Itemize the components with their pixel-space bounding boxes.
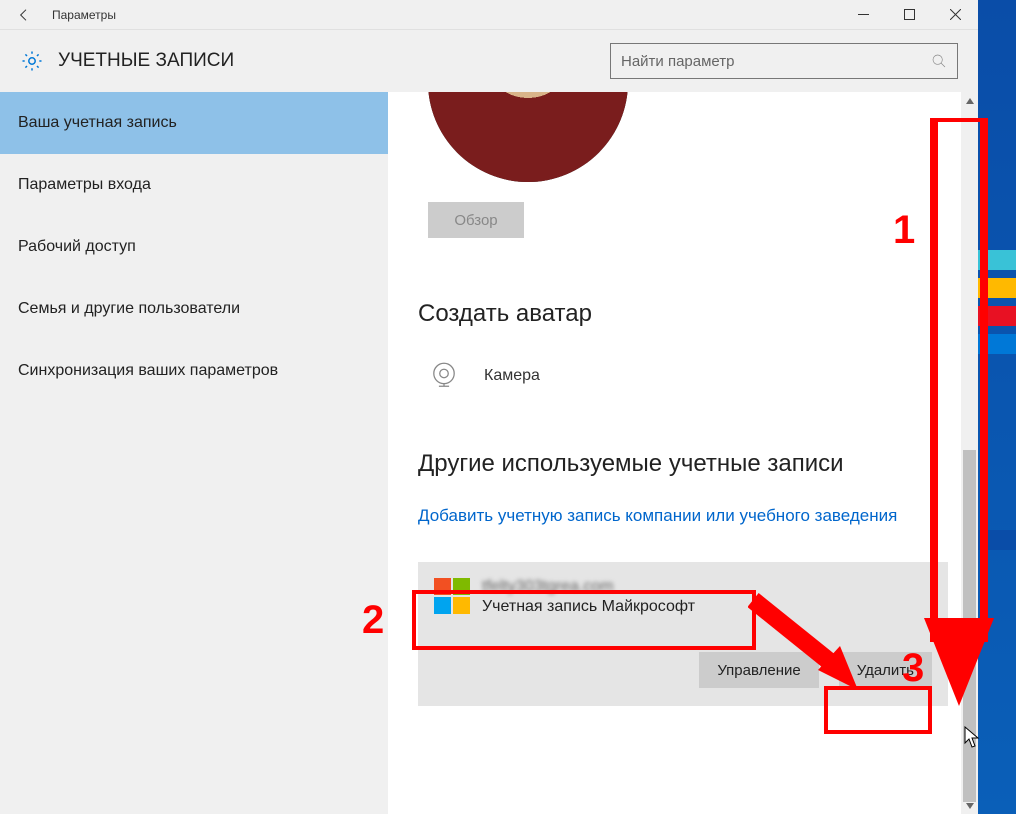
sidebar-item-sync-settings[interactable]: Синхронизация ваших параметров	[0, 340, 388, 402]
window-controls	[840, 0, 978, 30]
camera-option[interactable]: Камера	[424, 356, 948, 396]
sidebar-item-work-access[interactable]: Рабочий доступ	[0, 216, 388, 278]
scroll-down-arrow-icon[interactable]	[961, 797, 978, 814]
header-section-title: УЧЕТНЫЕ ЗАПИСИ	[58, 50, 234, 72]
microsoft-logo-icon	[434, 578, 470, 614]
sidebar-item-your-account[interactable]: Ваша учетная запись	[0, 92, 388, 154]
titlebar: Параметры	[0, 0, 978, 30]
back-button[interactable]	[0, 0, 48, 30]
settings-header: УЧЕТНЫЕ ЗАПИСИ Найти параметр	[0, 30, 978, 92]
account-block: tfelty303tgrea.com Учетная запись Майкро…	[418, 562, 948, 706]
add-work-school-account-link[interactable]: Добавить учетную запись компании или уче…	[418, 506, 948, 526]
delete-label: Удалить	[857, 662, 914, 679]
camera-label: Камера	[484, 367, 540, 385]
search-input[interactable]: Найти параметр	[610, 43, 958, 79]
content-pane: Обзор Создать аватар Камера Другие испол…	[388, 92, 978, 814]
sidebar-item-label: Ваша учетная запись	[18, 114, 177, 132]
close-button[interactable]	[932, 0, 978, 30]
avatar	[428, 92, 628, 182]
other-accounts-heading: Другие используемые учетные записи	[418, 450, 948, 478]
browse-label: Обзор	[454, 212, 497, 229]
manage-button[interactable]: Управление	[699, 652, 818, 688]
account-type: Учетная запись Майкрософт	[482, 598, 695, 616]
sidebar-item-label: Семья и другие пользователи	[18, 300, 240, 318]
sidebar-item-signin-options[interactable]: Параметры входа	[0, 154, 388, 216]
create-avatar-heading: Создать аватар	[418, 300, 948, 328]
minimize-button[interactable]	[840, 0, 886, 30]
sidebar-item-label: Рабочий доступ	[18, 238, 136, 256]
settings-window: Параметры	[0, 0, 978, 814]
vertical-scrollbar[interactable]	[961, 92, 978, 814]
scroll-up-arrow-icon[interactable]	[961, 92, 978, 109]
account-email: tfelty303tgrea.com	[482, 578, 695, 596]
desktop-background-decor	[976, 250, 1016, 550]
maximize-button[interactable]	[886, 0, 932, 30]
search-placeholder: Найти параметр	[621, 53, 931, 70]
sidebar-item-label: Параметры входа	[18, 176, 151, 194]
sidebar: Ваша учетная запись Параметры входа Рабо…	[0, 92, 388, 814]
account-entry[interactable]: tfelty303tgrea.com Учетная запись Майкро…	[434, 578, 932, 616]
mouse-cursor-icon	[964, 726, 980, 748]
sidebar-item-family-users[interactable]: Семья и другие пользователи	[0, 278, 388, 340]
scroll-thumb[interactable]	[963, 450, 976, 802]
manage-label: Управление	[717, 662, 800, 679]
browse-button[interactable]: Обзор	[428, 202, 524, 238]
sidebar-item-label: Синхронизация ваших параметров	[18, 362, 278, 380]
window-title: Параметры	[48, 8, 116, 22]
camera-icon	[424, 356, 464, 396]
gear-icon	[20, 49, 44, 73]
search-icon	[931, 53, 947, 69]
delete-button[interactable]: Удалить	[839, 652, 932, 688]
